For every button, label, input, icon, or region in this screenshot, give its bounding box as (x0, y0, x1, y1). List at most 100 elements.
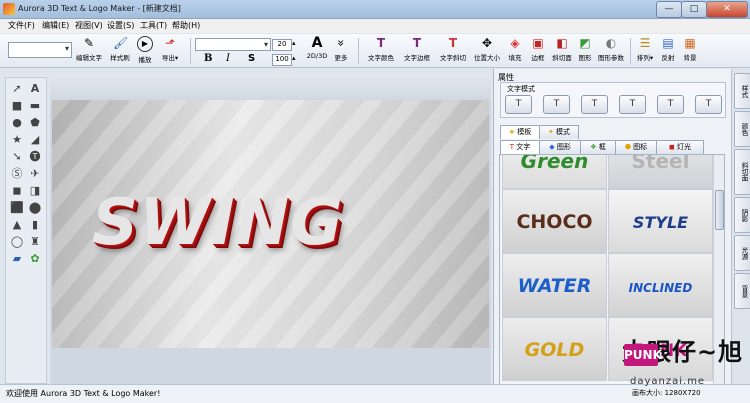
text-border-button[interactable]: T 文字边框 (400, 36, 434, 62)
pentagon-icon[interactable]: ⬟ (28, 116, 42, 130)
tab-icon[interactable]: ⬣ 图标 (615, 140, 657, 154)
text-icon: T (509, 143, 515, 151)
export-button[interactable]: ⬏ 导出▾ (157, 36, 183, 62)
play-button[interactable]: ▶ 播放 (134, 36, 156, 64)
background-button[interactable]: ▦ 背景 (680, 36, 700, 62)
bold-button[interactable]: B (204, 53, 212, 64)
menu-view[interactable]: 视图(V) (75, 20, 103, 31)
text-box-icon[interactable]: 🅣 (28, 150, 42, 164)
shape-params-icon: ◐ (605, 36, 617, 50)
text-mode-extrude-button[interactable]: T (543, 95, 570, 114)
text-tool-icon[interactable]: A (28, 82, 42, 96)
menu-settings[interactable]: 设置(S) (107, 20, 134, 31)
arrange-icon: ☰ (639, 36, 651, 50)
tab-frame[interactable]: ❖ 框 (580, 140, 616, 154)
vtab-style[interactable]: 样式 (734, 73, 750, 109)
cylinder-icon[interactable]: ◨ (28, 184, 42, 198)
style-brush-button[interactable]: 🖌 样式刷 (106, 36, 134, 62)
template-tile[interactable]: INCLINED (608, 253, 713, 317)
reflect-button[interactable]: ▤ 反射 (658, 36, 678, 62)
tab-text[interactable]: T 文字 (500, 140, 540, 154)
tab-shape[interactable]: ◆ 图形 (539, 140, 581, 154)
text-mode-group: 文字模式 T T T T T T (500, 82, 726, 118)
pointer-icon[interactable]: ➚ (10, 82, 24, 96)
font-combo[interactable] (195, 38, 271, 51)
circle-icon[interactable]: ● (10, 116, 24, 130)
menu-tools[interactable]: 工具(T) (140, 20, 167, 31)
template-tile[interactable]: STYLE (608, 189, 713, 253)
more-button[interactable]: » 更多 (331, 36, 351, 62)
rectangle-icon[interactable]: ■ (10, 99, 24, 113)
shape-params-button[interactable]: ◐ 图形参数 (597, 36, 625, 62)
template-tile[interactable]: WATER (502, 253, 607, 317)
text-mode-bevel-button[interactable]: T (619, 95, 646, 114)
vtab-light[interactable]: 光源 (734, 235, 750, 271)
text-color-button[interactable]: T 文字颜色 (364, 36, 398, 62)
2d3d-button[interactable]: A 2D/3D (304, 36, 330, 60)
vtab-bevel[interactable]: 斜切面 (734, 149, 750, 195)
text-mode-flat-button[interactable]: T (505, 95, 532, 114)
arrow-icon[interactable]: ➘ (10, 150, 24, 164)
background-icon: ▦ (684, 36, 696, 50)
main-toolbar: ✎ 编辑文字 🖌 样式刷 ▶ 播放 ⬏ 导出▾ 20 ▴ 100 ▴ B I S… (0, 34, 750, 68)
edit-text-button[interactable]: ✎ 编辑文字 (74, 36, 104, 62)
vtab-color[interactable]: 颜色 (734, 111, 750, 147)
scale-input[interactable]: 100 (272, 54, 292, 66)
template-tile[interactable]: CHOCO (502, 189, 607, 253)
vtab-background[interactable]: 背景 (734, 273, 750, 309)
italic-button[interactable]: I (226, 53, 230, 64)
star-icon: ★ (508, 128, 516, 136)
position-size-button[interactable]: ✥ 位置大小 (472, 36, 502, 62)
watermark: 大眼仔~旭 PUNK dayanzai.me (622, 332, 742, 390)
shape-button[interactable]: ◩ 图形 (575, 36, 595, 62)
style-combo[interactable] (8, 42, 72, 58)
path-icon[interactable]: ✈ (28, 167, 42, 181)
menu-edit[interactable]: 编辑(E) (42, 20, 69, 31)
rounded-rect-icon[interactable]: ▬ (28, 99, 42, 113)
tab-light[interactable]: ◼ 灯光 (656, 140, 704, 154)
icon-icon: ⬣ (624, 143, 631, 151)
title-bar: Aurora 3D Text & Logo Maker - [新建文档] — □… (0, 0, 750, 19)
tab-templates[interactable]: ★ 模板 (500, 125, 540, 139)
export-icon: ⬏ (164, 36, 176, 50)
scale-spin-icon[interactable]: ▴ (292, 54, 296, 62)
text-mode-outline-button[interactable]: T (695, 95, 722, 114)
svg-icon[interactable]: ✿ (28, 252, 42, 266)
font-size-spin-icon[interactable]: ▴ (292, 39, 296, 47)
close-button[interactable]: ✕ (706, 1, 748, 18)
border-button[interactable]: ▣ 边框 (527, 36, 549, 62)
vtab-shadow[interactable]: 阴影 (734, 197, 750, 233)
menu-help[interactable]: 帮助(H) (172, 20, 200, 31)
menu-file[interactable]: 文件(F) (8, 20, 35, 31)
bottle-icon[interactable]: ♜ (28, 235, 42, 249)
arrange-button[interactable]: ☰ 排列▾ (634, 36, 656, 62)
tab-mode[interactable]: ✦ 模式 (539, 125, 579, 139)
bevel-face-button[interactable]: ◧ 斜切面 (550, 36, 574, 62)
capsule-icon[interactable]: ▮ (28, 218, 42, 232)
image-icon[interactable]: ▰ (10, 252, 24, 266)
font-size-input[interactable]: 20 (272, 39, 292, 51)
strike-button[interactable]: S (248, 53, 255, 64)
sphere-icon[interactable]: ⬤ (28, 201, 42, 215)
toolbox: ➚ A ■ ▬ ● ⬟ ★ ◢ ➘ 🅣 Ⓢ ✈ ◼ ◨ ⬛ ⬤ ▲ ▮ ◯ ♜ … (5, 77, 47, 384)
cube-icon[interactable]: ◼ (10, 184, 24, 198)
letter-s-icon[interactable]: Ⓢ (10, 167, 24, 181)
text-mode-round-button[interactable]: T (581, 95, 608, 114)
ring-icon[interactable]: ◯ (10, 235, 24, 249)
fill-button[interactable]: ◈ 填充 (504, 36, 526, 62)
pyramid-icon[interactable]: ▲ (10, 218, 24, 232)
box-icon[interactable]: ⬛ (10, 201, 24, 215)
template-tile[interactable]: Steel (608, 155, 713, 189)
minimize-button[interactable]: — (656, 1, 682, 18)
canvas-3d-text[interactable]: SWING (92, 186, 344, 260)
template-tile[interactable]: Green (502, 155, 607, 189)
maximize-button[interactable]: □ (681, 1, 707, 18)
template-tile[interactable]: GOLD (502, 317, 607, 381)
star-shape-icon[interactable]: ★ (10, 133, 24, 147)
design-canvas[interactable]: SWING (52, 100, 489, 348)
scrollbar-thumb[interactable] (715, 190, 724, 230)
polygon-icon[interactable]: ◢ (28, 133, 42, 147)
text-bevel-button[interactable]: T 文字斜切 (436, 36, 470, 62)
mode-icon: ✦ (547, 128, 554, 136)
text-mode-emboss-button[interactable]: T (657, 95, 684, 114)
